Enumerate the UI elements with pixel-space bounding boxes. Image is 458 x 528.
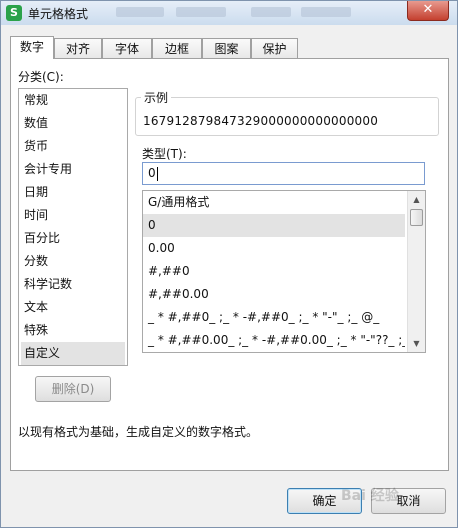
- type-label: 类型(T):: [142, 147, 187, 161]
- category-item[interactable]: 文本: [19, 296, 127, 319]
- close-button[interactable]: ✕: [407, 1, 449, 21]
- blurred-background-text: [301, 7, 351, 17]
- watermark: Bai 经验: [341, 488, 399, 504]
- tab-protection[interactable]: 保护: [251, 38, 298, 58]
- blurred-background-text: [176, 7, 226, 17]
- category-list[interactable]: 常规 数值 货币 会计专用 日期 时间 百分比 分数 科学记数 文本 特殊 自定义: [18, 88, 128, 366]
- tab-number[interactable]: 数字: [10, 36, 54, 59]
- category-item[interactable]: 自定义: [21, 342, 125, 365]
- category-item[interactable]: 会计专用: [19, 158, 127, 181]
- format-list-scrollbar[interactable]: ▲ ▼: [407, 191, 425, 352]
- format-item[interactable]: _ * #,##0.00_ ;_ * -#,##0.00_ ;_ * "-"??…: [143, 329, 405, 352]
- format-item[interactable]: #,##0.00: [143, 283, 405, 306]
- blurred-background-text: [116, 7, 164, 17]
- blurred-background-text: [251, 7, 291, 17]
- format-item[interactable]: 0: [143, 214, 405, 237]
- type-input-value: 0: [148, 166, 156, 180]
- format-item[interactable]: 0.00: [143, 237, 405, 260]
- format-description: 以现有格式为基础，生成自定义的数字格式。: [18, 425, 259, 439]
- category-item[interactable]: 时间: [19, 204, 127, 227]
- category-item[interactable]: 数值: [19, 112, 127, 135]
- format-item[interactable]: #,##0: [143, 260, 405, 283]
- format-item[interactable]: _ * #,##0_ ;_ * -#,##0_ ;_ * "-"_ ;_ @_: [143, 306, 405, 329]
- sample-title: 示例: [141, 89, 172, 106]
- category-item[interactable]: 特殊: [19, 319, 127, 342]
- category-item[interactable]: 常规: [19, 89, 127, 112]
- scroll-thumb[interactable]: [410, 209, 423, 226]
- scroll-up-icon[interactable]: ▲: [408, 191, 425, 208]
- window-title: 单元格格式: [28, 7, 89, 21]
- tab-alignment[interactable]: 对齐: [54, 38, 102, 58]
- format-item[interactable]: G/通用格式: [143, 191, 405, 214]
- format-list[interactable]: G/通用格式 0 0.00 #,##0 #,##0.00 _ * #,##0_ ;_ * …: [142, 190, 426, 353]
- delete-button[interactable]: 删除(D): [35, 376, 111, 402]
- app-icon: S: [6, 5, 22, 21]
- sample-value: 167912879847329000000000000000: [143, 114, 379, 128]
- scroll-down-icon[interactable]: ▼: [408, 335, 425, 352]
- tab-border[interactable]: 边框: [152, 38, 202, 58]
- format-cells-dialog: S 单元格格式 ✕ 数字 对齐 字体 边框 图案 保护 分类(C): 常规 数值货…: [0, 0, 458, 528]
- category-item[interactable]: 百分比: [19, 227, 127, 250]
- tab-font[interactable]: 字体: [102, 38, 152, 58]
- type-input[interactable]: 0: [142, 162, 425, 185]
- category-label: 分类(C):: [18, 70, 64, 84]
- tab-pattern[interactable]: 图案: [202, 38, 251, 58]
- category-item[interactable]: 分数: [19, 250, 127, 273]
- category-item[interactable]: 货币: [19, 135, 127, 158]
- title-bar[interactable]: S 单元格格式 ✕: [1, 1, 457, 25]
- category-item[interactable]: 科学记数: [19, 273, 127, 296]
- category-item[interactable]: 日期: [19, 181, 127, 204]
- close-icon: ✕: [422, 2, 434, 17]
- text-caret: [156, 166, 158, 181]
